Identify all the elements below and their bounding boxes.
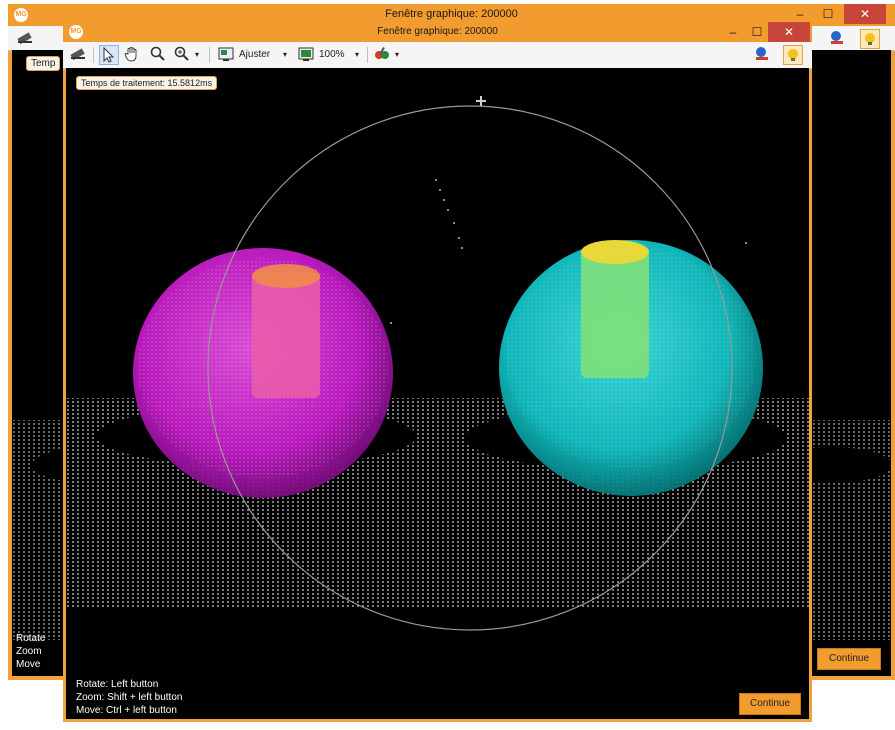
back-maximize-button[interactable]: ☐ [814, 4, 842, 24]
help-zoom: Zoom: Shift + left button [76, 692, 183, 703]
zoom-percent-chevron-icon[interactable]: ▾ [355, 45, 359, 65]
back-pencil-icon[interactable] [16, 29, 34, 49]
color-dropdown-chevron-icon[interactable]: ▾ [395, 45, 399, 65]
front-maximize-button[interactable]: ☐ [743, 22, 771, 42]
toolbar-separator [209, 47, 210, 63]
front-close-button[interactable]: ✕ [768, 22, 810, 42]
color-tool-icon[interactable] [373, 45, 391, 65]
toolbar-separator [93, 47, 94, 63]
back-light-icon[interactable] [860, 29, 880, 49]
help-move: Move: Ctrl + left button [76, 705, 177, 716]
fit-view-icon[interactable] [217, 45, 235, 65]
yellow-cylinder [581, 250, 649, 378]
fit-label[interactable]: Ajuster [239, 45, 270, 65]
back-window-title: Fenêtre graphique: 200000 [385, 8, 518, 20]
zoom-percent-label[interactable]: 100% [319, 45, 345, 65]
front-viewport[interactable]: Temps de traitement: 15.5812ms Rotate: L… [66, 68, 809, 719]
actual-size-icon[interactable] [297, 45, 315, 65]
back-help-zoom: Zoom [16, 646, 42, 657]
front-toolbar: ▾ Ajuster ▾ 100% ▾ ▾ [63, 42, 812, 69]
center-cross-icon [476, 96, 486, 106]
select-cursor-icon[interactable] [99, 45, 119, 65]
back-inspect-icon[interactable] [828, 29, 846, 49]
pencil-icon[interactable] [69, 45, 87, 65]
help-rotate: Rotate: Left button [76, 679, 159, 690]
inspect-icon[interactable] [753, 45, 771, 65]
toolbar-separator [367, 47, 368, 63]
front-window-title: Fenêtre graphique: 200000 [377, 26, 498, 37]
light-bulb-icon[interactable] [783, 45, 803, 65]
scene-3d-render [66, 96, 809, 631]
back-mouse-help: Rotate Zoom Move [16, 632, 45, 671]
back-help-rotate: Rotate [16, 633, 46, 644]
zoom-in-icon[interactable] [173, 45, 191, 65]
continue-button[interactable]: Continue [739, 693, 801, 715]
back-minimize-button[interactable]: – [786, 4, 814, 24]
timing-badge: Temps de traitement: 15.5812ms [76, 76, 218, 90]
front-titlebar[interactable]: MG Fenêtre graphique: 200000 – ☐ ✕ [63, 22, 812, 42]
back-help-move: Move [16, 659, 41, 670]
back-close-button[interactable]: ✕ [844, 4, 886, 24]
zoom-dropdown-chevron-icon[interactable]: ▾ [195, 45, 199, 65]
orange-cylinder [252, 273, 320, 398]
magnifier-icon[interactable] [149, 45, 167, 65]
mouse-help: Rotate: Left button Zoom: Shift + left b… [76, 678, 182, 717]
fit-dropdown-chevron-icon[interactable]: ▾ [283, 45, 287, 65]
front-graphics-window: MG Fenêtre graphique: 200000 – ☐ ✕ ▾ Aju… [63, 22, 812, 722]
back-continue-button[interactable]: Continue [817, 648, 881, 670]
pan-hand-icon[interactable] [123, 45, 141, 65]
